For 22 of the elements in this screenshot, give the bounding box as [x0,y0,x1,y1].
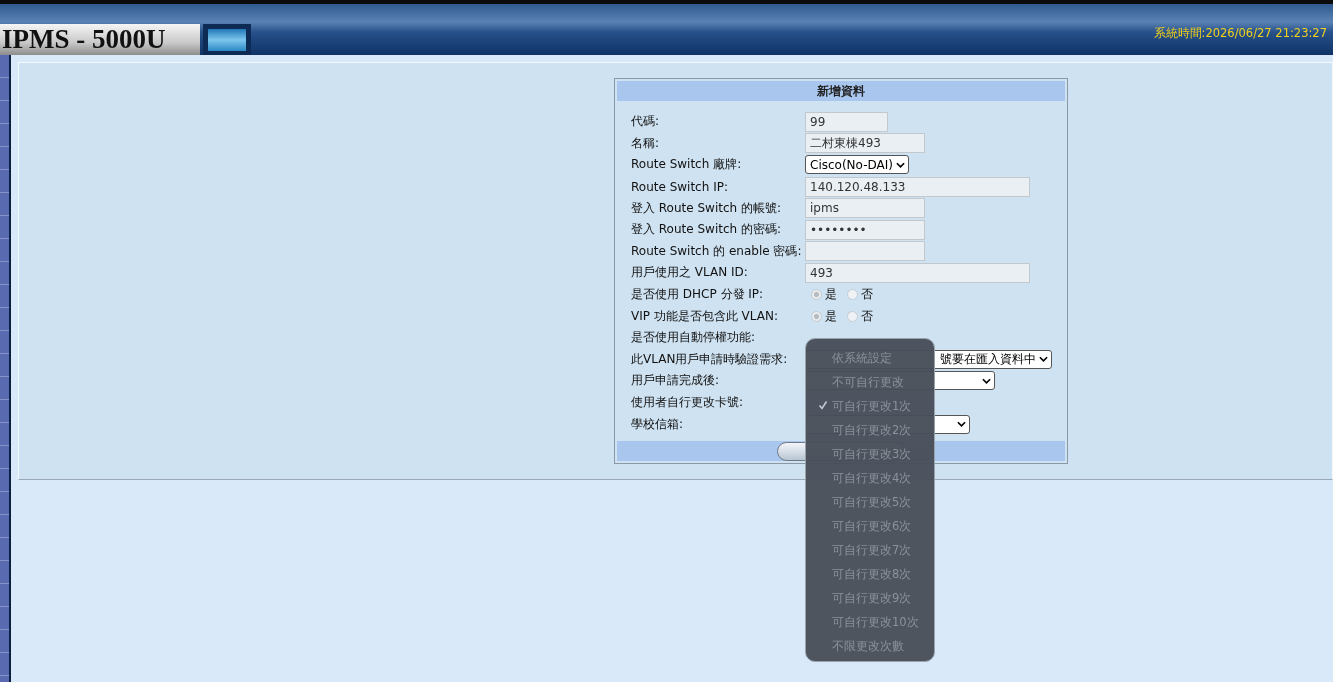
field-label: Route Switch 的 enable 密碼: [631,242,803,260]
field-label: Route Switch IP: [631,179,729,194]
app-title: IPMS - 5000U [1,24,166,55]
field-label: 是否使用 DHCP 分發 IP: [631,286,765,304]
field-label: 使用者自行更改卡號: [631,394,745,411]
field-label: 名稱: [631,134,661,152]
field-label: VIP 功能是否包含此 VLAN: [631,307,779,325]
field-label: 登入 Route Switch 的密碼: [631,221,782,239]
field-label: 代碼: [631,113,661,131]
field-label: 用戶申請完成後: [631,372,721,390]
radio-label: 是 [825,286,837,304]
field-label: Route Switch 廠牌: [631,156,743,174]
radio-label: 是 [825,307,837,325]
field-label: 是否使用自動停權功能: [631,329,757,347]
field-label: 登入 Route Switch 的帳號: [631,199,782,217]
field-label: 此VLAN用戶申請時驗證需求: [631,350,789,368]
system-time: 系統時間:2026/06/27 21:23:27 [1153,26,1327,41]
field-label: 用戶使用之 VLAN ID: [631,264,749,282]
radio-label: 否 [861,307,873,325]
field-label: 學校信箱: [631,415,685,433]
radio-label: 否 [861,286,873,304]
form-title: 新增資料 [617,81,1065,101]
